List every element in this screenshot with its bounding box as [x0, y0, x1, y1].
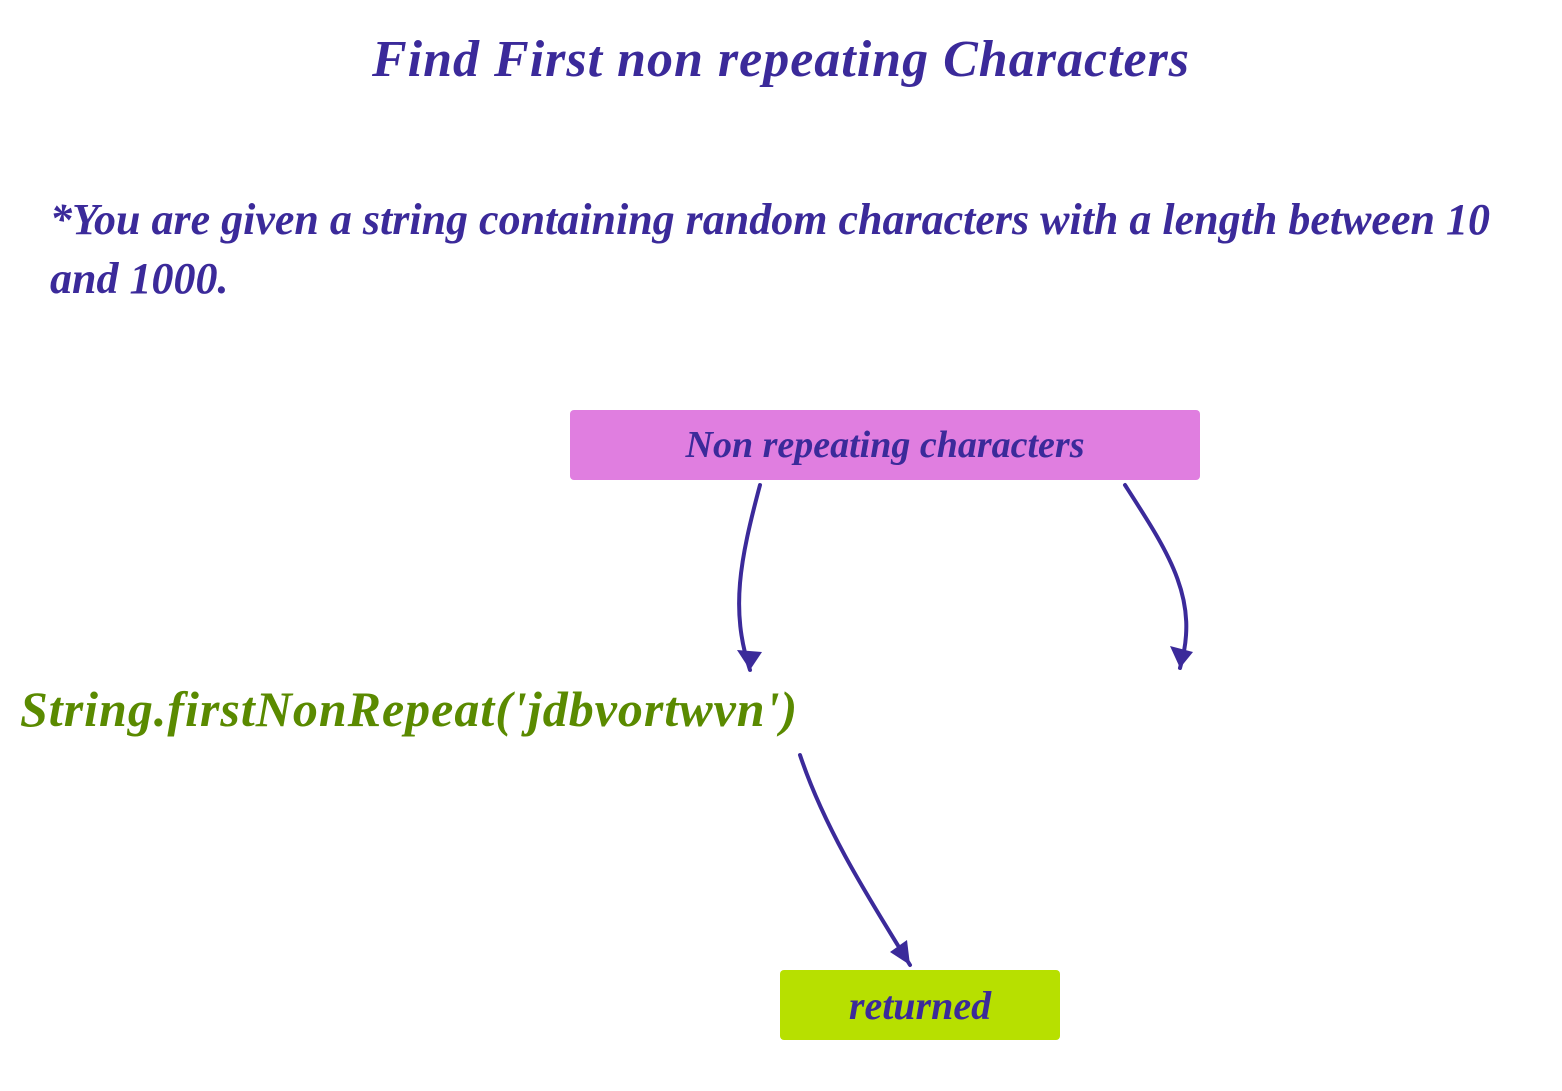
arrow-to-returned-icon — [800, 755, 910, 965]
arrow-to-n-icon — [1125, 485, 1193, 668]
example-call: String.firstNonRepeat('jdbvortwvn') — [20, 680, 1520, 738]
arrows-overlay — [0, 0, 1562, 1091]
example-suffix: ) — [780, 681, 798, 737]
label-returned: returned — [780, 970, 1060, 1040]
arrow-to-j-icon — [737, 485, 762, 670]
label-non-repeating: Non repeating characters — [570, 410, 1200, 480]
example-prefix: String.firstNonRepeat( — [20, 681, 513, 737]
example-argument: 'jdbvortwvn' — [513, 681, 781, 737]
diagram-canvas: Find First non repeating Characters *You… — [0, 0, 1562, 1091]
diagram-description: *You are given a string containing rando… — [50, 190, 1520, 309]
diagram-title: Find First non repeating Characters — [0, 30, 1562, 89]
